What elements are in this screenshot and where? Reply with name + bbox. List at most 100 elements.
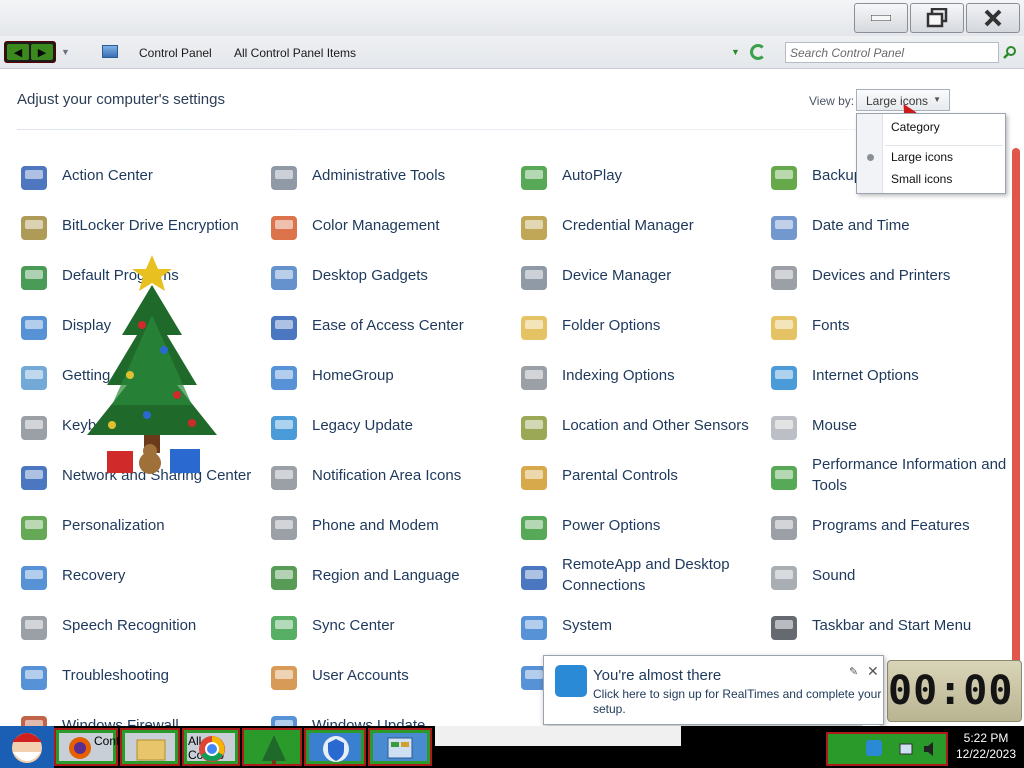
item-label: Credential Manager <box>562 216 694 234</box>
control-panel-item[interactable]: Troubleshooting <box>18 650 258 700</box>
search-icon[interactable] <box>1003 45 1017 59</box>
recovery-icon <box>18 562 50 594</box>
menu-item-large-icons[interactable]: Large icons <box>891 150 953 164</box>
system-tray[interactable] <box>826 732 948 766</box>
taskbar-chrome-button[interactable]: All Contro <box>182 728 240 766</box>
update-arrow-icon <box>268 412 300 444</box>
christmas-tree-icon <box>87 255 217 474</box>
taskbar-control-panel-icon-button[interactable] <box>368 728 432 766</box>
control-panel-item[interactable]: User Accounts <box>268 650 508 700</box>
address-dropdown[interactable]: ▼ <box>731 47 740 57</box>
control-panel-item[interactable]: Parental Controls <box>518 450 758 500</box>
volume-tray-icon[interactable] <box>922 740 940 758</box>
control-panel-item[interactable]: Phone and Modem <box>268 500 508 550</box>
control-panel-item[interactable]: Sound <box>768 550 1008 600</box>
menu-item-category[interactable]: Category <box>891 120 940 134</box>
fonts-icon <box>768 312 800 344</box>
control-panel-item[interactable]: Mouse <box>768 400 1008 450</box>
item-label: Performance Information and Tools <box>812 456 1007 494</box>
close-icon <box>984 9 1002 27</box>
location-icon <box>518 412 550 444</box>
start-button[interactable] <box>0 726 54 768</box>
control-panel-item[interactable]: BitLocker Drive Encryption <box>18 200 258 250</box>
control-panel-item[interactable]: Notification Area Icons <box>268 450 508 500</box>
clock-date: 12/22/2023 <box>955 747 1017 761</box>
breadcrumb-all-items[interactable]: All Control Panel Items <box>234 46 356 60</box>
notification-body[interactable]: Click here to sign up for RealTimes and … <box>593 687 883 717</box>
breadcrumb-control-panel[interactable]: Control Panel <box>139 46 212 60</box>
restore-button[interactable] <box>910 3 964 33</box>
scrollbar[interactable] <box>1012 148 1020 688</box>
control-panel-item[interactable]: RemoteApp and Desktop Connections <box>518 550 758 600</box>
network-icon <box>18 462 50 494</box>
control-panel-item[interactable]: Taskbar and Start Menu <box>768 600 1008 650</box>
control-panel-item[interactable]: Legacy Update <box>268 400 508 450</box>
folder-icon <box>136 739 166 761</box>
control-panel-item[interactable]: Recovery <box>18 550 258 600</box>
item-label: Personalization <box>62 516 165 534</box>
menu-item-small-icons[interactable]: Small icons <box>891 172 952 186</box>
clock-gadget[interactable]: 00:00 <box>887 660 1022 722</box>
clock-time: 5:22 PM <box>963 731 1009 745</box>
control-panel-item[interactable]: Devices and Printers <box>768 250 1008 300</box>
control-panel-item[interactable]: Date and Time <box>768 200 1008 250</box>
realtimes-tray-icon[interactable] <box>866 740 882 756</box>
taskbar-tree-button[interactable] <box>242 728 302 766</box>
control-panel-icon <box>102 45 118 58</box>
control-panel-item[interactable]: Indexing Options <box>518 350 758 400</box>
item-label: Troubleshooting <box>62 666 170 684</box>
item-label: Recovery <box>62 566 126 584</box>
control-panel-item[interactable]: Device Manager <box>518 250 758 300</box>
window-title-bar <box>0 0 1024 36</box>
control-panel-item[interactable]: Programs and Features <box>768 500 1008 550</box>
page-title: Adjust your computer's settings <box>17 91 225 108</box>
control-panel-item[interactable]: AutoPlay <box>518 150 758 200</box>
close-icon[interactable]: ✕ <box>867 663 879 680</box>
control-panel-item[interactable]: HomeGroup <box>268 350 508 400</box>
search-input[interactable]: Search Control Panel <box>785 42 999 63</box>
control-panel-item[interactable]: Desktop Gadgets <box>268 250 508 300</box>
mouse-icon <box>768 412 800 444</box>
forward-button[interactable]: ▶ <box>31 44 53 60</box>
flag-icon <box>18 162 50 194</box>
taskbar-explorer-button[interactable] <box>120 728 180 766</box>
control-panel-item[interactable]: Region and Language <box>268 550 508 600</box>
recent-pages-dropdown[interactable]: ▼ <box>61 47 70 57</box>
item-label: Programs and Features <box>812 516 970 534</box>
notification-balloon[interactable]: You're almost there Click here to sign u… <box>543 655 884 735</box>
control-panel-item[interactable]: Credential Manager <box>518 200 758 250</box>
device-manager-icon <box>518 262 550 294</box>
folder-icon <box>518 312 550 344</box>
control-panel-item[interactable]: Location and Other Sensors <box>518 400 758 450</box>
internet-options-icon <box>768 362 800 394</box>
taskbar-clock[interactable]: 5:22 PM 12/22/2023 <box>948 730 1024 766</box>
control-panel-item[interactable]: Internet Options <box>768 350 1008 400</box>
control-panel-item[interactable]: Administrative Tools <box>268 150 508 200</box>
control-panel-item[interactable]: Performance Information and Tools <box>768 450 1008 500</box>
gadgets-icon <box>268 262 300 294</box>
clock-digits: 00:00 <box>888 668 1014 714</box>
item-label: Legacy Update <box>312 416 413 434</box>
minimize-button[interactable] <box>854 3 908 33</box>
battery-icon <box>518 512 550 544</box>
control-panel-item[interactable]: Power Options <box>518 500 758 550</box>
control-panel-item[interactable]: System <box>518 600 758 650</box>
settings-icon[interactable]: ✎ <box>849 665 858 678</box>
refresh-icon[interactable] <box>750 44 766 60</box>
close-button[interactable] <box>966 3 1020 33</box>
control-panel-item[interactable]: Speech Recognition <box>18 600 258 650</box>
control-panel-item[interactable]: Folder Options <box>518 300 758 350</box>
network-tray-icon[interactable] <box>898 740 916 758</box>
item-label: Fonts <box>812 316 850 334</box>
menu-separator <box>885 145 1003 146</box>
control-panel-item[interactable]: Sync Center <box>268 600 508 650</box>
control-panel-item[interactable]: Personalization <box>18 500 258 550</box>
back-button[interactable]: ◀ <box>7 44 29 60</box>
control-panel-item[interactable]: Action Center <box>18 150 258 200</box>
control-panel-item[interactable]: Color Management <box>268 200 508 250</box>
calendar-clock-icon <box>768 212 800 244</box>
taskbar-app-button[interactable] <box>304 728 366 766</box>
control-panel-item[interactable]: Fonts <box>768 300 1008 350</box>
control-panel-item[interactable]: Ease of Access Center <box>268 300 508 350</box>
taskbar-control-panel-button[interactable]: Control <box>54 728 133 766</box>
